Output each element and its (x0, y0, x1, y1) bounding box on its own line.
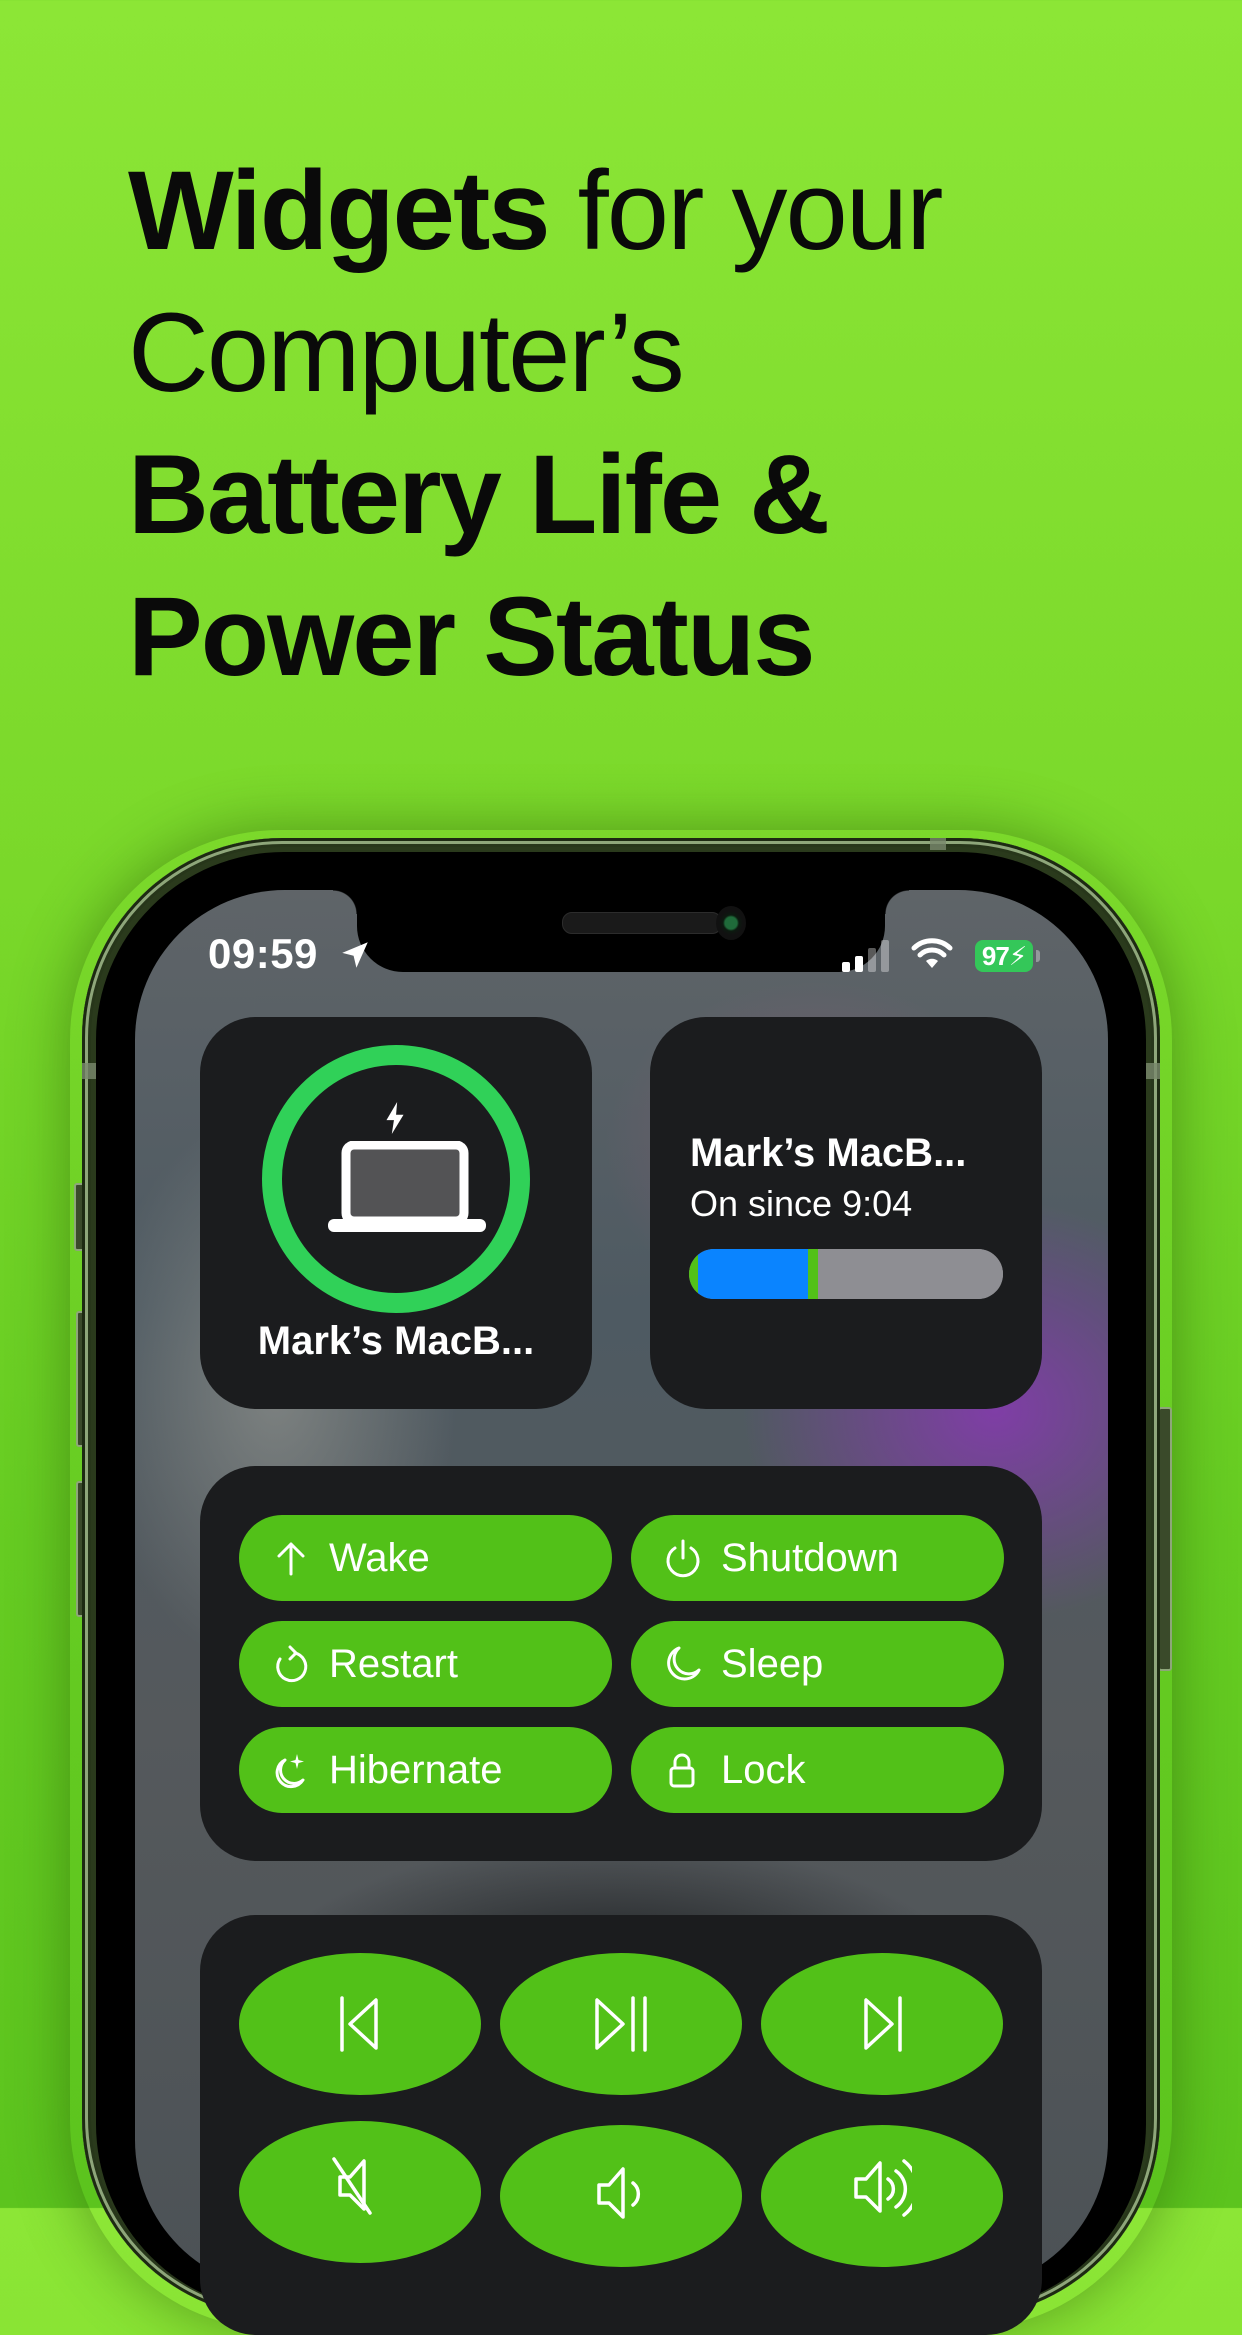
shutdown-button[interactable]: Shutdown (631, 1515, 1004, 1601)
headline-bold-widgets: Widgets (128, 148, 551, 273)
moon-stars-icon (275, 1754, 305, 1789)
uptime-device-name: Mark’s MacB... (690, 1131, 967, 1175)
battery-percent: 97 (981, 941, 1010, 971)
uptime-widget[interactable]: Mark’s MacB... On since 9:04 (650, 1017, 1042, 1409)
signal-bar-4 (881, 940, 889, 972)
status-time: 09:59 (208, 930, 318, 977)
wifi-icon (911, 938, 953, 968)
timeline-segment-charging (689, 1249, 699, 1299)
power-actions-widget: Wake Shutdown Restart Sleep Hibernate Lo… (200, 1466, 1042, 1861)
arrow-up-icon (277, 1542, 305, 1576)
timeline-segment-charging (808, 1249, 818, 1299)
power-side-button (1158, 1407, 1172, 1671)
mute-button[interactable] (239, 2121, 481, 2263)
headline-line-4: Power Status (128, 566, 1178, 708)
moon-icon (667, 1646, 701, 1681)
battery-widget-device-name: Mark’s MacB... (257, 1319, 535, 1363)
speaker-low-icon (597, 2167, 641, 2219)
hibernate-label: Hibernate (329, 1747, 503, 1792)
speaker-high-icon (854, 2159, 912, 2217)
charging-bolt-icon (386, 1102, 404, 1134)
signal-bar-3 (868, 948, 876, 972)
wake-label: Wake (329, 1535, 430, 1580)
battery-tip (1036, 950, 1040, 962)
volume-up-button[interactable] (761, 2125, 1003, 2267)
uptime-timeline-bar (689, 1249, 1003, 1299)
restart-arrow-icon (276, 1645, 308, 1683)
hibernate-button[interactable]: Hibernate (239, 1727, 612, 1813)
earpiece-speaker (562, 912, 722, 934)
lock-label: Lock (721, 1747, 806, 1792)
previous-track-button[interactable] (239, 1953, 481, 2095)
wake-button[interactable]: Wake (239, 1515, 612, 1601)
uptime-status: On since 9:04 (690, 1183, 913, 1224)
signal-bar-1 (842, 962, 850, 972)
battery-widget[interactable]: Mark’s MacB... (200, 1017, 592, 1409)
forward-end-icon (864, 1996, 902, 2052)
volume-down-button[interactable] (500, 2125, 742, 2267)
next-track-button[interactable] (761, 1953, 1003, 2095)
timeline-segment-on (698, 1249, 809, 1299)
laptop-icon (328, 1141, 486, 1232)
restart-label: Restart (329, 1641, 458, 1686)
backward-end-icon (340, 1996, 378, 2052)
media-controls-widget (200, 1915, 1042, 2335)
speaker-slash-icon (332, 2157, 372, 2215)
marketing-headline: Widgets for your Computer’s Battery Life… (128, 140, 1178, 708)
timeline-segment-idle (817, 1249, 1003, 1299)
battery-indicator: 97⚡ (975, 940, 1033, 972)
headline-bold-power: Power Status (128, 574, 816, 699)
play-pause-button[interactable] (500, 1953, 742, 2095)
power-icon (666, 1539, 700, 1578)
headline-bold-battery: Battery Life & (128, 432, 830, 557)
location-arrow-icon (342, 942, 368, 968)
battery-bolt-icon: ⚡ (1008, 941, 1027, 971)
antenna-band (930, 838, 946, 850)
cellular-signal-icon (842, 940, 889, 972)
lock-button[interactable]: Lock (631, 1727, 1004, 1813)
restart-button[interactable]: Restart (239, 1621, 612, 1707)
headline-line-1: Widgets for your (128, 140, 1178, 282)
sleep-label: Sleep (721, 1641, 824, 1686)
play-pause-icon (595, 1996, 647, 2052)
headline-line-2: Computer’s (128, 290, 685, 415)
lock-icon (669, 1753, 695, 1788)
shutdown-label: Shutdown (721, 1535, 899, 1580)
headline-line-3: Battery Life & (128, 424, 1178, 566)
antenna-band (82, 1063, 96, 1079)
signal-bar-2 (855, 956, 863, 972)
headline-light-text: for your (548, 148, 944, 273)
sleep-button[interactable]: Sleep (631, 1621, 1004, 1707)
antenna-band (1146, 1063, 1160, 1079)
front-camera (716, 906, 746, 940)
